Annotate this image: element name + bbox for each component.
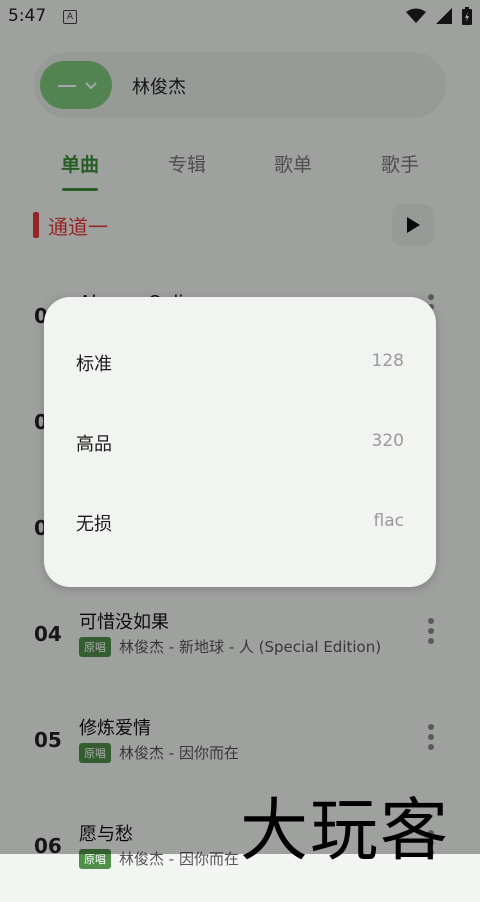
quality-value: flac	[373, 511, 404, 531]
quality-label: 无损	[76, 514, 112, 535]
quality-label: 高品	[76, 434, 112, 455]
watermark: 大玩客	[240, 792, 451, 871]
quality-option-high[interactable]: 高品 320	[44, 403, 436, 483]
quality-value: 320	[371, 431, 404, 451]
quality-dialog: 标准 128 高品 320 无损 flac	[44, 297, 436, 587]
quality-option-lossless[interactable]: 无损 flac	[44, 483, 436, 563]
quality-label: 标准	[76, 354, 112, 375]
quality-value: 128	[371, 351, 404, 371]
quality-option-standard[interactable]: 标准 128	[44, 323, 436, 403]
